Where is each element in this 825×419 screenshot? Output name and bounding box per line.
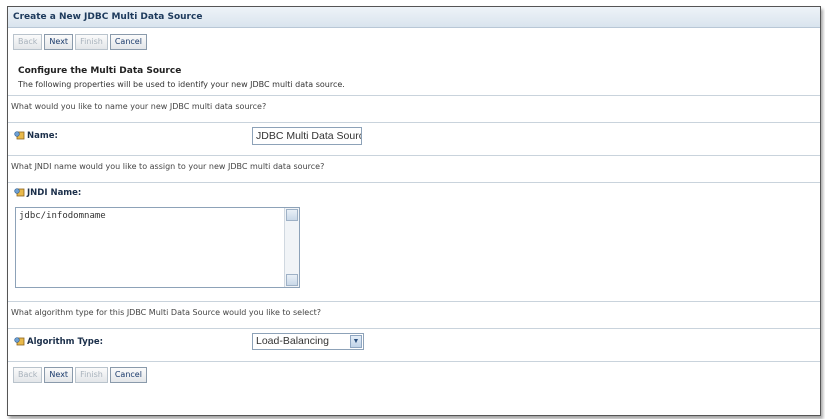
property-icon	[14, 188, 25, 197]
name-input[interactable]: JDBC Multi Data Source-0	[252, 127, 362, 145]
name-row: Name: JDBC Multi Data Source-0	[8, 123, 820, 149]
cancel-button[interactable]: Cancel	[109, 367, 147, 383]
next-button[interactable]: Next	[44, 34, 74, 50]
jndi-textarea[interactable]: jdbc/infodomname	[15, 207, 300, 288]
finish-button[interactable]: Finish	[75, 34, 108, 50]
algorithm-label: Algorithm Type:	[27, 337, 104, 347]
jndi-label: JNDI Name:	[27, 188, 82, 198]
top-button-bar: Back Next Finish Cancel	[8, 28, 820, 56]
back-button[interactable]: Back	[13, 34, 43, 50]
jndi-value: jdbc/infodomname	[19, 211, 106, 221]
algorithm-select[interactable]: Load-Balancing ▼	[252, 333, 364, 350]
jndi-row: JNDI Name: jdbc/infodomname	[8, 183, 820, 295]
dialog-title: Create a New JDBC Multi Data Source	[8, 7, 820, 28]
finish-button[interactable]: Finish	[75, 367, 108, 383]
cancel-button[interactable]: Cancel	[109, 34, 147, 50]
next-button[interactable]: Next	[44, 367, 74, 383]
property-icon	[14, 131, 25, 140]
section-title: Configure the Multi Data Source	[18, 66, 182, 76]
name-label: Name:	[27, 131, 58, 141]
bottom-button-bar: Back Next Finish Cancel	[8, 362, 820, 389]
chevron-down-icon[interactable]: ▼	[350, 335, 362, 348]
section-description: The following properties will be used to…	[18, 80, 345, 89]
multi-data-source-dialog: Create a New JDBC Multi Data Source Back…	[7, 6, 821, 416]
algorithm-row: Algorithm Type: Load-Balancing ▼	[8, 329, 820, 355]
back-button[interactable]: Back	[13, 367, 43, 383]
algorithm-selected-value: Load-Balancing	[256, 335, 329, 347]
textarea-scrollbar[interactable]	[284, 208, 299, 287]
scroll-up-button[interactable]	[286, 209, 298, 221]
property-icon	[14, 337, 25, 346]
algorithm-question: What algorithm type for this JDBC Multi …	[11, 308, 322, 317]
scroll-down-button[interactable]	[286, 274, 298, 286]
jndi-question: What JNDI name would you like to assign …	[11, 162, 325, 171]
name-question: What would you like to name your new JDB…	[11, 102, 267, 111]
